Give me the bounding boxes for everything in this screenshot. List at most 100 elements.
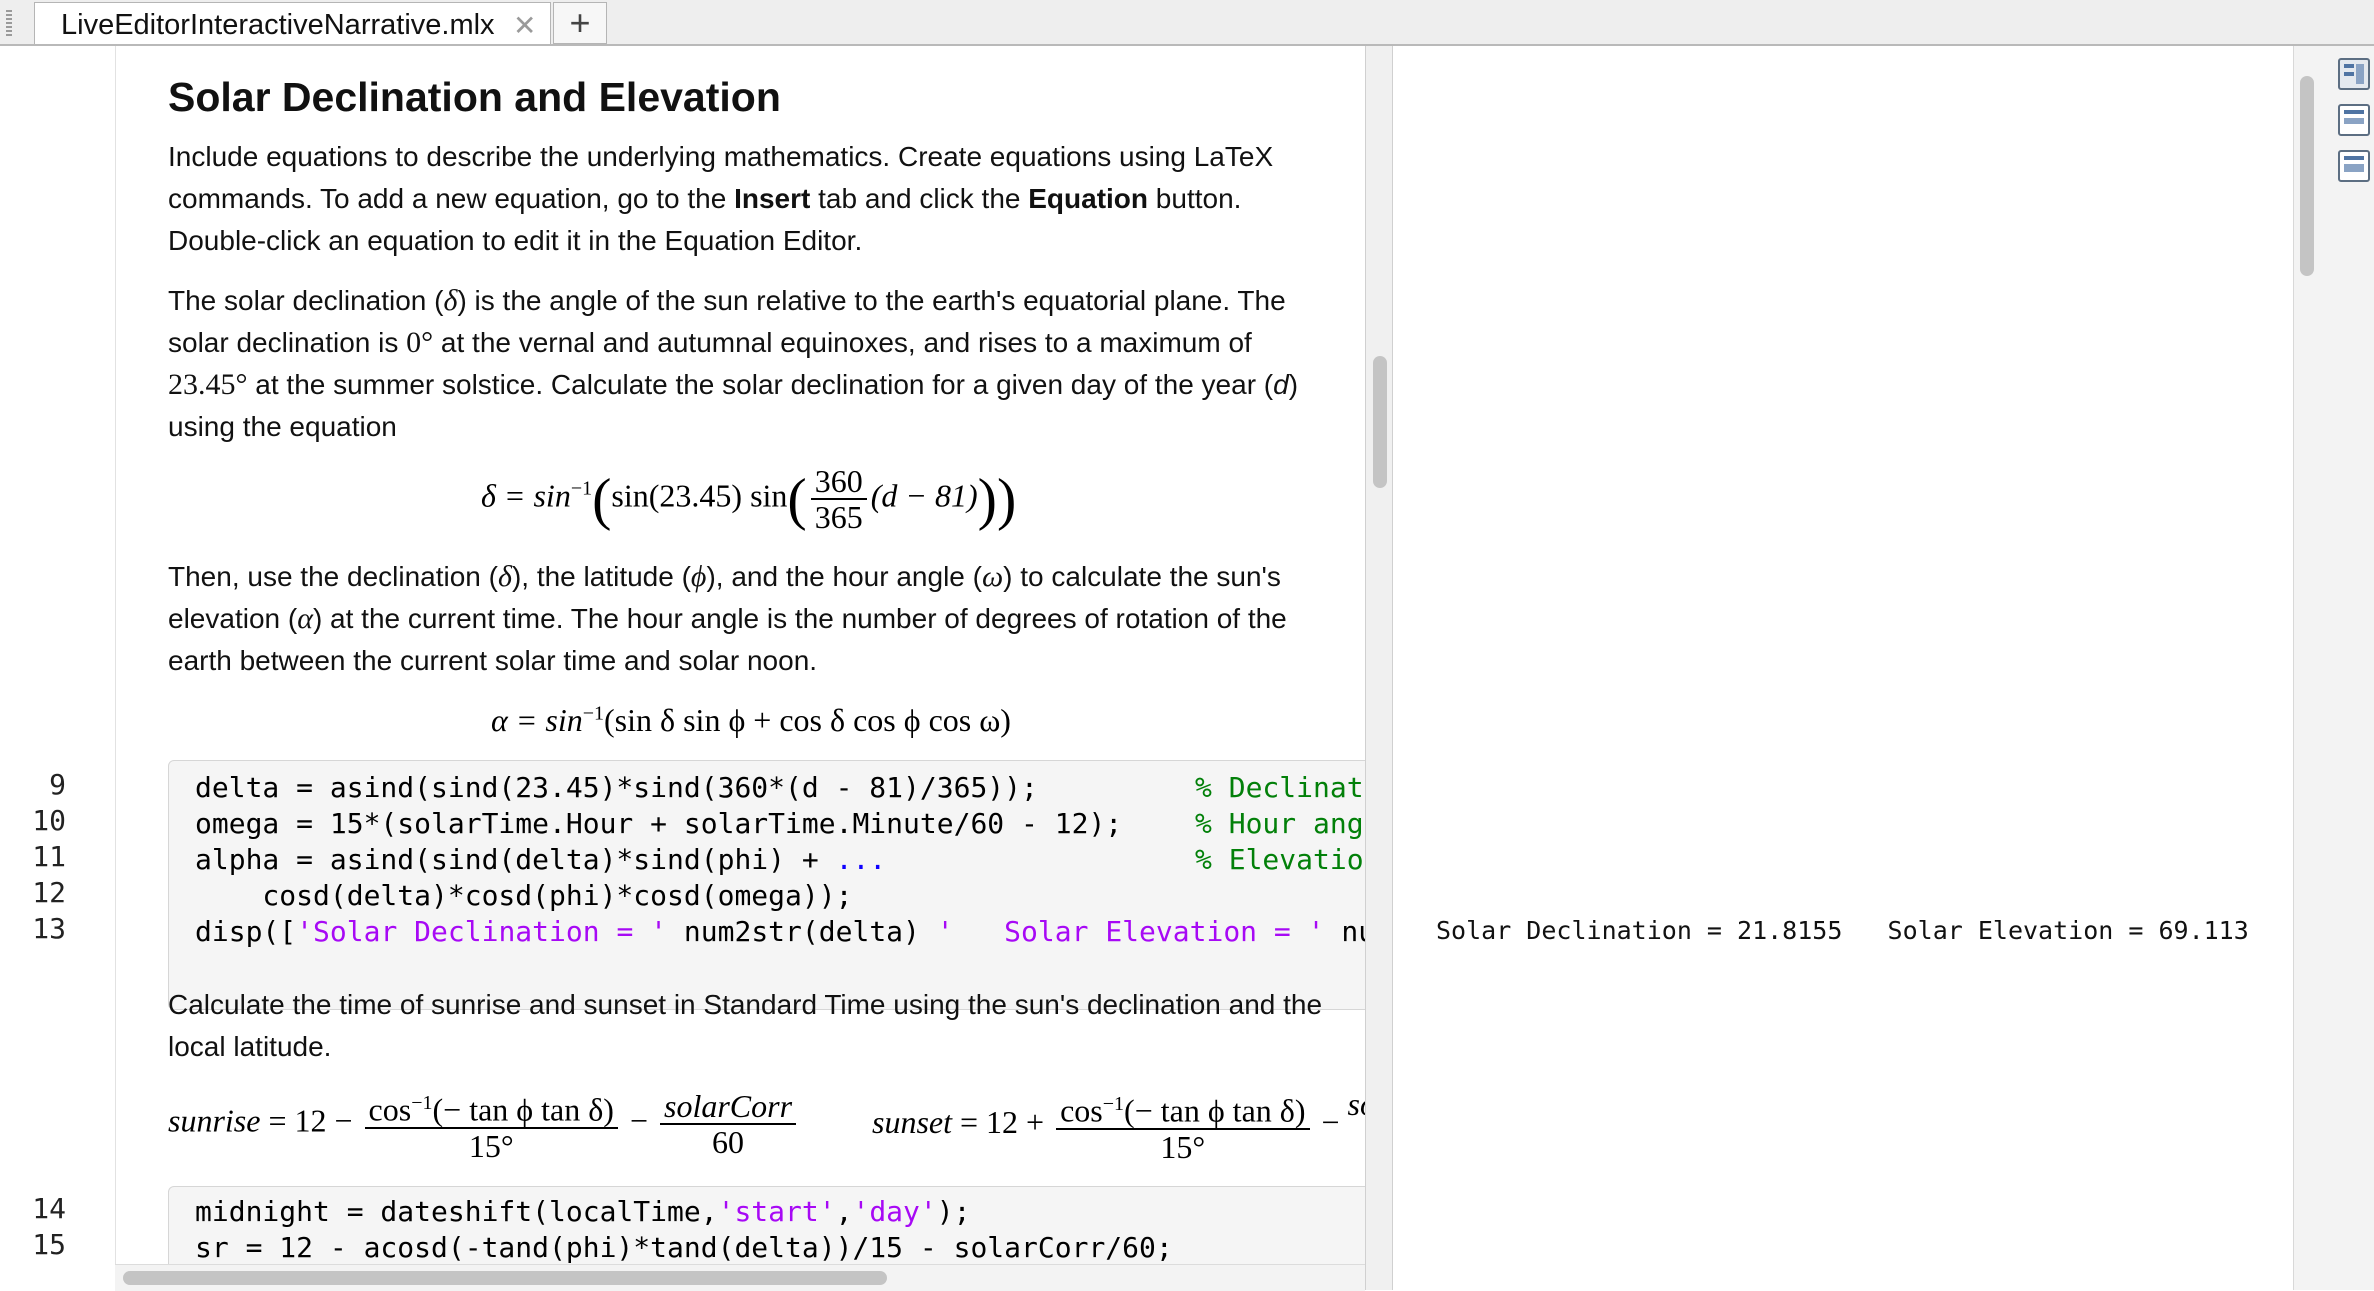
hide-code-icon[interactable] bbox=[2338, 150, 2370, 182]
sunset-equation[interactable]: sunset = 12 + cos−1(− tan ϕ tan δ) 15° − … bbox=[872, 1086, 1366, 1164]
elevation-equation[interactable]: α = sin−1(sin δ sin ϕ + cos δ cos ϕ cos … bbox=[491, 702, 1011, 739]
line-number: 15 bbox=[32, 1228, 66, 1261]
eq-sup: −1 bbox=[570, 477, 593, 500]
text: The solar declination ( bbox=[168, 285, 444, 316]
eq-sup: −1 bbox=[1102, 1093, 1125, 1116]
code-line[interactable]: omega = 15*(solarTime.Hour + solarTime.M… bbox=[195, 807, 1366, 840]
eq-part: cos bbox=[368, 1091, 412, 1128]
text: Then, use the declination ( bbox=[168, 561, 498, 592]
code-line[interactable]: delta = asind(sind(23.45)*sind(360*(d - … bbox=[195, 771, 1366, 804]
inline-math[interactable]: 0° bbox=[406, 326, 433, 359]
code-text: nu bbox=[1341, 915, 1366, 948]
inline-math[interactable]: ω bbox=[982, 560, 1003, 593]
code-text: delta = asind(sind(23.45)*sind(360*(d - … bbox=[195, 771, 1038, 804]
document-tab-bar: LiveEditorInteractiveNarrative.mlx ✕ + bbox=[0, 0, 2374, 46]
eq-fraction: cos−1(− tan ϕ tan δ) 15° bbox=[1056, 1087, 1310, 1164]
text: at the summer solstice. Calculate the so… bbox=[247, 369, 1274, 400]
text: at the vernal and autumnal equinoxes, an… bbox=[433, 327, 1252, 358]
eq-sup: −1 bbox=[582, 702, 605, 725]
eq-num: cos−1(− tan ϕ tan δ) bbox=[1056, 1087, 1310, 1130]
text: Calculate the time of sunrise and sunset… bbox=[168, 989, 1323, 1062]
eq-part: sunset bbox=[872, 1104, 952, 1140]
line-number: 9 bbox=[49, 768, 66, 801]
grip-icon[interactable] bbox=[6, 10, 12, 36]
code-text: cosd(delta)*cosd(phi)*cosd(omega)); bbox=[195, 879, 853, 912]
insert-tab-ref: Insert bbox=[734, 183, 811, 214]
output-text: Solar Declination = 21.8155 Solar Elevat… bbox=[1436, 916, 2249, 945]
code-line[interactable]: alpha = asind(sind(delta)*sind(phi) + ..… bbox=[195, 843, 1366, 876]
eq-part: − bbox=[621, 1102, 656, 1139]
equation-button-ref: Equation bbox=[1028, 183, 1149, 214]
inline-var: d bbox=[1273, 369, 1289, 400]
line-number-gutter: 9 10 11 12 13 14 15 bbox=[0, 46, 115, 1290]
intro-paragraph[interactable]: Include equations to describe the underl… bbox=[168, 136, 1328, 262]
text: ) at the current time. The hour angle is… bbox=[168, 603, 1287, 676]
tab-live-script[interactable]: LiveEditorInteractiveNarrative.mlx ✕ bbox=[34, 2, 551, 44]
code-string: 'Solar Declination = ' bbox=[296, 915, 668, 948]
line-number: 14 bbox=[32, 1192, 66, 1225]
eq-part: (d − 81) bbox=[870, 477, 978, 514]
text: ), and the hour angle ( bbox=[706, 561, 982, 592]
line-number: 13 bbox=[32, 912, 66, 945]
inline-math[interactable]: δ bbox=[443, 284, 457, 317]
elevation-paragraph[interactable]: Then, use the declination (δ), the latit… bbox=[168, 556, 1328, 682]
eq-part: δ = sin bbox=[481, 477, 571, 514]
code-line[interactable]: sr = 12 - acosd(-tand(phi)*tand(delta))/… bbox=[195, 1231, 1173, 1264]
eq-den: 365 bbox=[814, 499, 863, 535]
eq-num: cos−1(− tan ϕ tan δ) bbox=[364, 1086, 618, 1129]
code-text: alpha = asind(sind(delta)*sind(phi) + bbox=[195, 843, 836, 876]
editor-scroll-thumb[interactable] bbox=[1373, 356, 1387, 488]
output-pane: Solar Declination = 21.8155 Solar Elevat… bbox=[1393, 46, 2293, 1290]
eq-fraction: 360 365 bbox=[810, 464, 867, 535]
tab-label: LiveEditorInteractiveNarrative.mlx bbox=[61, 9, 495, 41]
eq-part: (sin δ sin ϕ + cos δ cos ϕ cos ω) bbox=[604, 702, 1011, 738]
code-string: 'day' bbox=[852, 1195, 937, 1228]
code-comment: % Hour angl bbox=[1195, 807, 1366, 840]
code-text: sr = 12 - acosd(-tand(phi)*tand(delta))/… bbox=[195, 1231, 1173, 1264]
output-on-right-icon[interactable] bbox=[2338, 58, 2370, 90]
inline-math[interactable]: ϕ bbox=[691, 560, 707, 593]
pane-divider[interactable] bbox=[1365, 46, 1393, 1290]
code-text: omega = 15*(solarTime.Hour + solarTime.M… bbox=[195, 807, 1123, 840]
section-heading[interactable]: Solar Declination and Elevation bbox=[168, 74, 781, 121]
eq-part: sola bbox=[1347, 1086, 1366, 1122]
code-block[interactable]: midnight = dateshift(localTime,'start','… bbox=[168, 1186, 1366, 1264]
eq-den: 60 bbox=[712, 1124, 745, 1161]
output-scroll-thumb[interactable] bbox=[2300, 76, 2314, 276]
eq-num: 360 bbox=[810, 464, 867, 500]
code-block[interactable]: delta = asind(sind(23.45)*sind(360*(d - … bbox=[168, 760, 1366, 1010]
eq-part: α = sin bbox=[491, 702, 583, 738]
line-number: 11 bbox=[32, 840, 66, 873]
new-tab-button[interactable]: + bbox=[553, 2, 607, 44]
live-editor-pane[interactable]: Solar Declination and Elevation Include … bbox=[115, 46, 1366, 1264]
eq-fraction: cos−1(− tan ϕ tan δ) 15° bbox=[364, 1086, 618, 1163]
eq-part: sin(23.45) sin bbox=[611, 477, 788, 514]
view-mode-strip bbox=[2293, 46, 2374, 1290]
eq-fraction: solarCorr 60 bbox=[660, 1089, 797, 1161]
code-string: ' Solar Elevation = ' bbox=[936, 915, 1325, 948]
close-tab-icon[interactable]: ✕ bbox=[513, 9, 536, 42]
inline-math[interactable]: 23.45° bbox=[168, 368, 248, 401]
code-line[interactable]: cosd(delta)*cosd(phi)*cosd(omega)); bbox=[195, 879, 852, 912]
code-text: midnight = dateshift(localTime, bbox=[195, 1195, 718, 1228]
sunrise-paragraph[interactable]: Calculate the time of sunrise and sunset… bbox=[168, 984, 1328, 1068]
code-line[interactable]: disp(['Solar Declination = ' num2str(del… bbox=[195, 915, 1366, 948]
code-text: , bbox=[835, 1195, 853, 1228]
inline-math[interactable]: δ bbox=[498, 560, 512, 593]
eq-part: = 12 − bbox=[260, 1102, 361, 1139]
sunrise-equation[interactable]: sunrise = 12 − cos−1(− tan ϕ tan δ) 15° −… bbox=[168, 1086, 800, 1163]
declination-paragraph[interactable]: The solar declination (δ) is the angle o… bbox=[168, 280, 1328, 448]
code-comment: % Declinati bbox=[1195, 771, 1366, 804]
code-line[interactable]: midnight = dateshift(localTime,'start','… bbox=[195, 1195, 970, 1228]
eq-part: = 12 + bbox=[952, 1104, 1053, 1140]
code-comment: % Elevation bbox=[1195, 843, 1366, 876]
inline-math[interactable]: α bbox=[297, 602, 313, 635]
horizontal-scrollbar[interactable] bbox=[115, 1264, 1365, 1291]
declination-equation[interactable]: δ = sin−1(sin(23.45) sin(360 365 (d − 81))… bbox=[481, 464, 1016, 534]
horizontal-scroll-thumb[interactable] bbox=[123, 1271, 887, 1285]
text: tab and click the bbox=[810, 183, 1029, 214]
eq-part: sunrise bbox=[168, 1102, 261, 1139]
code-text: num2str(delta) bbox=[667, 915, 937, 948]
output-inline-icon[interactable] bbox=[2338, 104, 2370, 136]
code-continuation: ... bbox=[835, 843, 887, 876]
